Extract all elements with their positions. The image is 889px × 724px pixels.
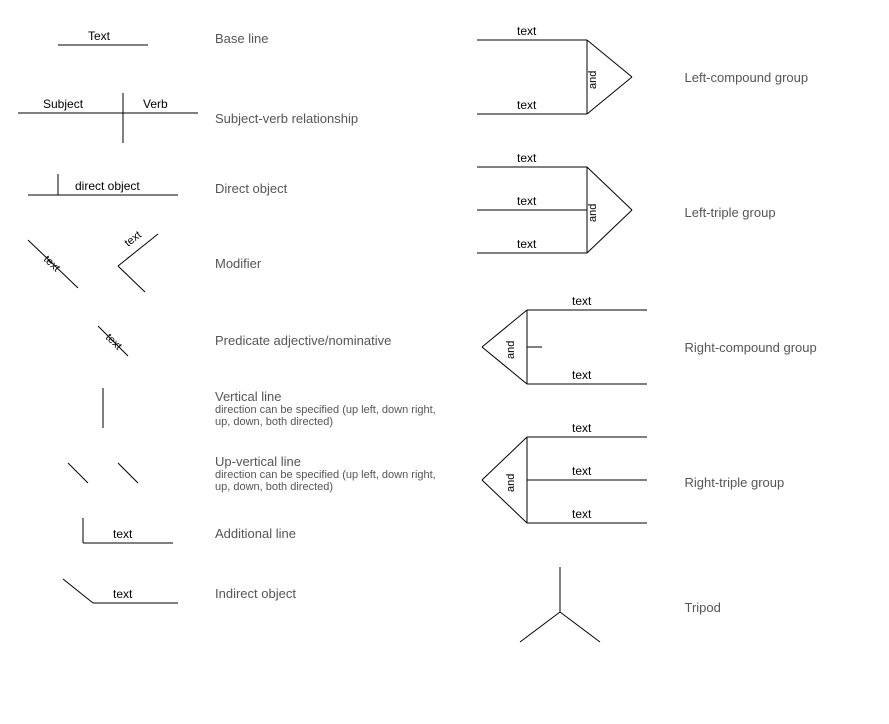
predicate-shape: text [0, 318, 205, 363]
left-compound-shape: text text and [445, 22, 675, 132]
modifier-text-2: text [122, 229, 143, 249]
predicate-row: text Predicate adjective/nominative [0, 318, 445, 363]
indirect-object-row: text Indirect object [0, 573, 445, 613]
right-compound-and: and [505, 341, 517, 359]
baseline-label: Base line [215, 31, 445, 46]
vertical-line-sub: direction can be specified (up left, dow… [215, 404, 445, 428]
indirect-object-label: Indirect object [215, 586, 445, 601]
left-compound-text-1: text [517, 24, 537, 38]
additional-line-shape: text [0, 513, 205, 553]
right-compound-row: text text and Right-compound group [445, 292, 889, 402]
verb-text: Verb [143, 97, 168, 111]
direct-object-label: Direct object [215, 181, 445, 196]
right-compound-text-1: text [572, 294, 592, 308]
left-triple-and: and [587, 204, 599, 222]
indirect-object-shape: text [0, 573, 205, 613]
subject-verb-shape: Subject Verb [0, 88, 205, 148]
up-vertical-line-label: Up-vertical line [215, 454, 445, 469]
up-vertical-line-row: Up-vertical line direction can be specif… [0, 453, 445, 493]
left-compound-row: text text and Left-compound group [445, 22, 889, 132]
vertical-line-shape [0, 383, 205, 433]
right-compound-label: Right-compound group [685, 340, 889, 355]
left-compound-text-2: text [517, 98, 537, 112]
right-triple-label: Right-triple group [685, 475, 889, 490]
up-vertical-line-shape [0, 453, 205, 493]
subject-verb-row: Subject Verb Subject-verb relationship [0, 88, 445, 148]
left-triple-text-1: text [517, 152, 537, 165]
left-triple-shape: text text text and [445, 152, 675, 272]
subject-verb-label: Subject-verb relationship [215, 111, 445, 126]
direct-object-shape: direct object [0, 168, 205, 208]
right-triple-text-3: text [572, 507, 592, 521]
right-compound-text-2: text [572, 368, 592, 382]
left-triple-text-2: text [517, 194, 537, 208]
right-triple-shape: text text text and [445, 422, 675, 542]
right-triple-text-2: text [572, 464, 592, 478]
right-triple-and: and [505, 474, 517, 492]
up-vertical-line-sub: direction can be specified (up left, dow… [215, 469, 445, 493]
vertical-line-label: Vertical line [215, 389, 445, 404]
tripod-row: Tripod [445, 562, 889, 652]
modifier-row: text text Modifier [0, 228, 445, 298]
right-compound-shape: text text and [445, 292, 675, 402]
direct-object-row: direct object Direct object [0, 168, 445, 208]
baseline-text: Text [88, 29, 111, 43]
baseline-shape: Text [0, 18, 205, 58]
additional-line-label: Additional line [215, 526, 445, 541]
left-triple-label: Left-triple group [685, 205, 889, 220]
modifier-text-1: text [40, 253, 61, 274]
tripod-label: Tripod [685, 600, 889, 615]
right-triple-row: text text text and Right-triple group [445, 422, 889, 542]
predicate-label: Predicate adjective/nominative [215, 333, 445, 348]
direct-object-text: direct object [75, 179, 140, 193]
vertical-line-row: Vertical line direction can be specified… [0, 383, 445, 433]
subject-text: Subject [43, 97, 84, 111]
additional-line-row: text Additional line [0, 513, 445, 553]
tripod-shape [445, 562, 675, 652]
left-compound-and: and [587, 71, 599, 89]
modifier-label: Modifier [215, 256, 445, 271]
right-triple-text-1: text [572, 422, 592, 435]
indirect-object-text: text [113, 587, 133, 601]
left-triple-row: text text text and Left-triple group [445, 152, 889, 272]
left-triple-text-3: text [517, 237, 537, 251]
additional-line-text: text [113, 527, 133, 541]
left-compound-label: Left-compound group [685, 70, 889, 85]
modifier-shape: text text [0, 228, 205, 298]
baseline-row: Text Base line [0, 18, 445, 58]
